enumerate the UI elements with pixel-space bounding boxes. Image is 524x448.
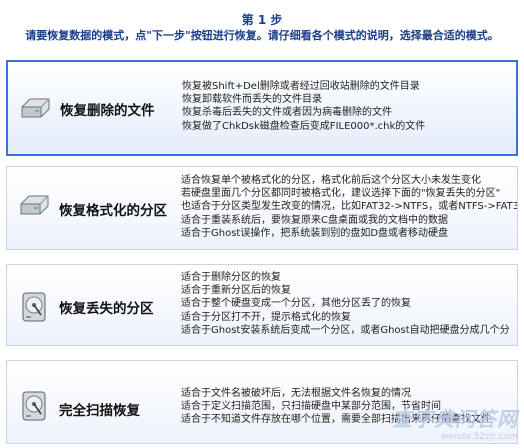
- disk-platter-icon: [17, 292, 51, 322]
- mode-description-line: 适合于分区打不开，提示格式化的恢复: [181, 311, 351, 323]
- mode-description-line: 恢复做了ChkDsk磁盘检查后变成FILE000*.chk的文件: [182, 120, 426, 132]
- mode-description-line: 适合于重新分区后的恢复: [181, 285, 291, 297]
- mode-description-line: 若硬盘里面几个分区都同时被格式化，建议选择下面的"恢复丢失的分区": [181, 188, 501, 200]
- mode-option-recover-lost-partition[interactable]: 恢复丢失的分区 适合于删除分区的恢复 适合于重新分区后的恢复 适合于整个硬盘变成…: [6, 264, 518, 346]
- mode-description-line: 适合于删除分区的恢复: [181, 272, 281, 283]
- mode-description-line: 恢复杀毒后丢失的文件或者因为病毒删除的文件: [182, 107, 392, 119]
- step-description: 请要恢复数据的模式，点"下一步"按钮进行恢复。请仔细看各个模式的说明，选择最合适…: [25, 29, 499, 42]
- mode-name: 完全扫描恢复: [59, 403, 140, 419]
- mode-description-line: 适合于整个硬盘变成一个分区，其他分区丢了的恢复: [181, 298, 411, 310]
- mode-description-line: 适合于Ghost安装系统后变成一个分区，或者Ghost自动把硬盘分成几个分: [181, 324, 510, 336]
- mode-description-line: 适合于定义扫描范围，只扫描硬盘中某部分范围，节省时间: [181, 401, 441, 413]
- mode-description-line: 也适合于分区类型发生改变的情况，比如FAT32->NTFS，或者NTFS->FA…: [181, 201, 518, 213]
- mode-description-line: 适合于不知道文件存放在哪个位置，需要全部扫描出来再仔细查找文件: [181, 414, 491, 426]
- mode-description: 适合于文件名被破坏后，无法根据文件名恢复的情况 适合于定义扫描范围，只扫描硬盘中…: [181, 387, 517, 427]
- hard-drive-icon: [18, 95, 52, 125]
- mode-description-line: 恢复被Shift+Del删除或者经过回收站删除的文件目录: [182, 81, 420, 92]
- mode-name: 恢复格式化的分区: [59, 203, 167, 219]
- mode-name: 恢复删除的文件: [60, 103, 155, 119]
- disk-platter-icon: [17, 391, 51, 421]
- mode-description-line: 适合于文件名被破坏后，无法根据文件名恢复的情况: [181, 388, 411, 399]
- mode-description: 适合恢复单个被格式化的分区，格式化前后这个分区大小未发生变化 若硬盘里面几个分区…: [181, 174, 518, 240]
- mode-description: 适合于删除分区的恢复 适合于重新分区后的恢复 适合于整个硬盘变成一个分区，其他分…: [181, 271, 517, 337]
- mode-option-full-scan[interactable]: 完全扫描恢复 适合于文件名被破坏后，无法根据文件名恢复的情况 适合于定义扫描范围…: [6, 360, 518, 444]
- mode-name: 恢复丢失的分区: [59, 301, 154, 317]
- mode-option-recover-formatted[interactable]: 恢复格式化的分区 适合恢复单个被格式化的分区，格式化前后这个分区大小未发生变化 …: [6, 166, 518, 250]
- mode-description-line: 适合恢复单个被格式化的分区，格式化前后这个分区大小未发生变化: [181, 175, 481, 186]
- hard-drive-icon: [17, 192, 51, 222]
- mode-option-recover-deleted[interactable]: 恢复删除的文件 恢复被Shift+Del删除或者经过回收站删除的文件目录 恢复卸…: [6, 60, 518, 156]
- mode-description: 恢复被Shift+Del删除或者经过回收站删除的文件目录 恢复卸载软件而丢失的文…: [182, 80, 516, 133]
- mode-description-line: 适合于重装系统后，要恢复原来C盘桌面或我的文档中的数据: [181, 214, 448, 226]
- step-title: 第 1 步: [241, 13, 283, 27]
- mode-description-line: 恢复卸载软件而丢失的文件目录: [182, 94, 322, 106]
- mode-description-line: 适合于Ghost误操作，把系统装到别的盘如D盘或者移动硬盘: [181, 227, 449, 239]
